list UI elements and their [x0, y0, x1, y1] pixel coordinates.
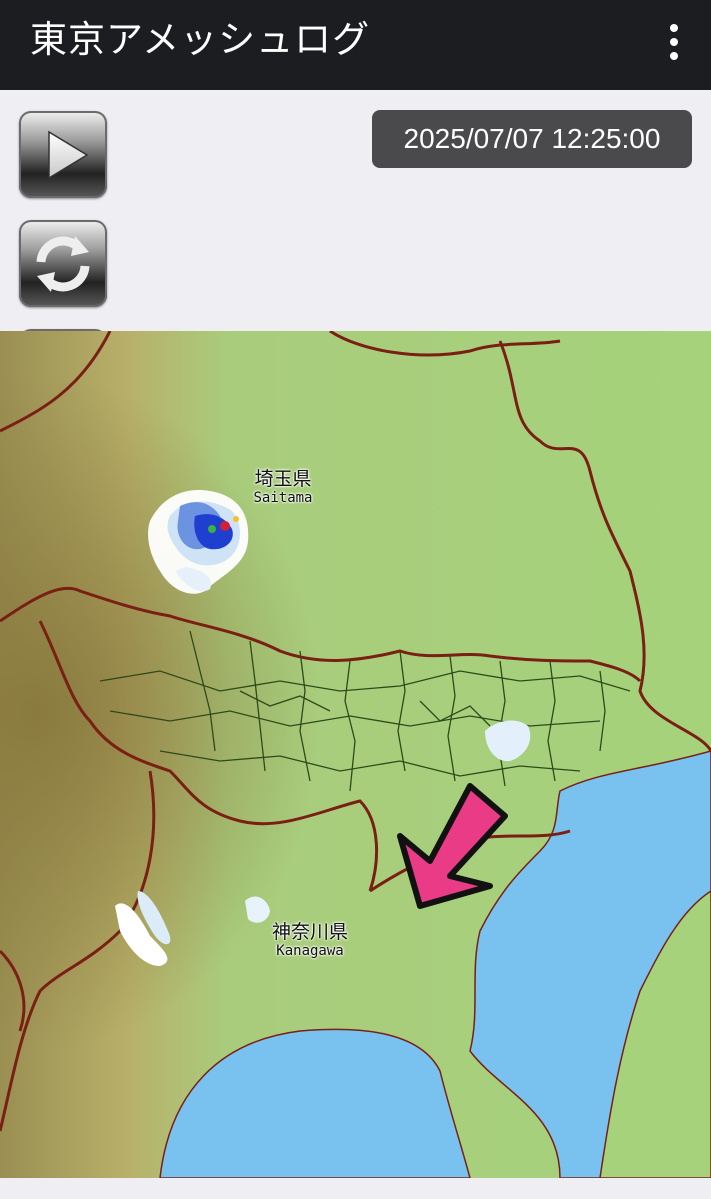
overflow-menu-icon[interactable]	[659, 22, 689, 62]
label-kanagawa-en: Kanagawa	[276, 943, 344, 959]
refresh-icon	[36, 236, 90, 292]
label-kanagawa-jp: 神奈川県	[271, 921, 348, 943]
rain-radar-map[interactable]: 埼玉県 Saitama 神奈川県 Kanagawa	[0, 331, 711, 1178]
timestamp-display: 2025/07/07 12:25:00	[372, 110, 692, 168]
play-icon	[48, 130, 89, 180]
app-bar: 東京アメッシュログ	[0, 0, 711, 90]
label-saitama-jp: 埼玉県	[254, 468, 312, 490]
app-title: 東京アメッシュログ	[30, 18, 371, 61]
refresh-button[interactable]	[19, 220, 107, 307]
play-button[interactable]	[19, 111, 107, 198]
bottom-strip	[0, 1178, 711, 1199]
map-canvas	[0, 331, 711, 1178]
label-kanagawa: 神奈川県 Kanagawa	[255, 921, 365, 959]
label-saitama: 埼玉県 Saitama	[238, 468, 328, 506]
label-saitama-en: Saitama	[253, 490, 313, 506]
